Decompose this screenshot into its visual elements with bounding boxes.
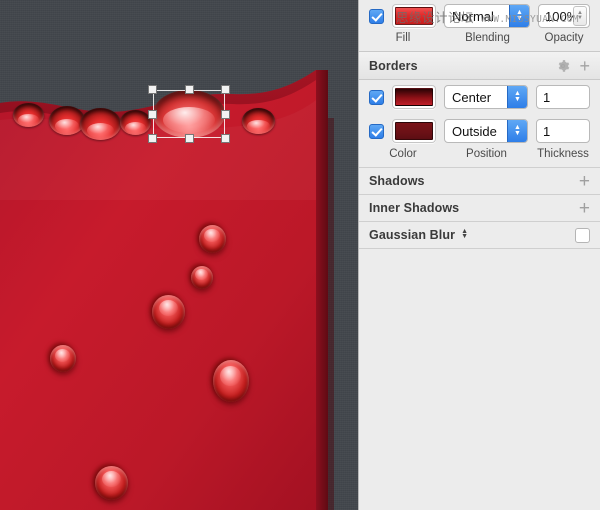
chevron-down-icon: ▼ <box>514 96 521 103</box>
border-thickness-field[interactable]: 1 <box>536 85 590 109</box>
chevron-down-icon: ▼ <box>461 233 468 240</box>
panel-divider <box>359 248 600 250</box>
borders-section-labels: Color Position Thickness <box>359 148 600 167</box>
shadows-section-header[interactable]: Shadows + <box>359 167 600 194</box>
border-position-arrows[interactable]: ▲ ▼ <box>507 86 527 108</box>
border-position-arrows[interactable]: ▲ ▼ <box>507 120 527 142</box>
opacity-value: 100% <box>545 8 573 24</box>
selected-ellipse[interactable] <box>148 85 230 143</box>
gear-icon[interactable] <box>556 59 570 73</box>
borders-title: Borders <box>369 58 418 73</box>
add-inner-shadow-icon[interactable]: + <box>579 199 590 218</box>
opacity-field[interactable]: 100% ▲ ▼ <box>538 4 590 28</box>
fill-color-swatch <box>395 7 433 25</box>
borders-rows: Center ▲ ▼ 1 Outside ▲ ▼ 1 Color Positio… <box>359 80 600 167</box>
border-color-swatch <box>395 122 433 140</box>
border-checkbox[interactable] <box>369 89 384 105</box>
chevron-down-icon: ▼ <box>514 130 521 137</box>
gaussian-blur-section-header[interactable]: Gaussian Blur ▲ ▼ <box>359 221 600 248</box>
gaussian-blur-checkbox[interactable] <box>575 227 590 243</box>
resize-handle-top-left[interactable] <box>148 85 157 94</box>
bubble-rim[interactable] <box>13 103 44 127</box>
border-color-well[interactable] <box>392 119 436 143</box>
border-position-value: Outside <box>452 123 497 139</box>
resize-handle-bottom-left[interactable] <box>148 134 157 143</box>
blur-type-stepper-icon[interactable]: ▲ ▼ <box>461 228 468 240</box>
gaussian-blur-title: Gaussian Blur <box>369 228 456 242</box>
bubble-drop[interactable] <box>194 218 233 258</box>
design-canvas[interactable] <box>0 0 358 510</box>
bubble-drop[interactable] <box>45 338 83 377</box>
resize-handle-top-center[interactable] <box>184 85 194 94</box>
border-position-value: Center <box>452 89 492 105</box>
label-thickness: Thickness <box>537 148 589 160</box>
resize-handle-top-right[interactable] <box>221 85 230 94</box>
inner-shadows-title: Inner Shadows <box>369 201 460 215</box>
inner-shadows-section-header[interactable]: Inner Shadows + <box>359 194 600 221</box>
label-color: Color <box>389 148 417 160</box>
blending-select-arrows[interactable]: ▲ ▼ <box>509 5 529 27</box>
border-thickness-value: 1 <box>543 123 551 139</box>
border-color-swatch <box>395 88 433 106</box>
border-position-select[interactable]: Outside ▲ ▼ <box>444 119 528 143</box>
red-liquid-shape[interactable] <box>0 0 358 510</box>
inspector-panel: Normal ▲ ▼ 100% ▲ ▼ Fill Blending <box>358 0 600 510</box>
fill-row[interactable]: Normal ▲ ▼ 100% ▲ ▼ <box>359 0 600 32</box>
borders-section-header[interactable]: Borders + <box>359 51 600 80</box>
bubble-drop[interactable] <box>186 259 220 294</box>
bubble-drop[interactable] <box>90 459 135 505</box>
border-color-well[interactable] <box>392 85 436 109</box>
resize-handle-middle-right[interactable] <box>221 109 230 119</box>
border-row[interactable]: Outside ▲ ▼ 1 <box>359 114 600 148</box>
opacity-stepper[interactable]: ▲ ▼ <box>573 6 587 26</box>
bubble-rim[interactable] <box>120 110 151 135</box>
border-thickness-field[interactable]: 1 <box>536 119 590 143</box>
fill-section-labels: Fill Blending Opacity <box>359 32 600 51</box>
bubble-rim[interactable] <box>80 108 121 140</box>
selection-bounding-box <box>153 90 225 138</box>
label-fill: Fill <box>395 32 411 44</box>
fill-checkbox[interactable] <box>369 8 384 24</box>
border-position-select[interactable]: Center ▲ ▼ <box>444 85 528 109</box>
fill-color-well[interactable] <box>392 4 436 28</box>
bubble-rim[interactable] <box>242 108 275 134</box>
fill-section: Normal ▲ ▼ 100% ▲ ▼ Fill Blending <box>359 0 600 51</box>
add-border-icon[interactable]: + <box>579 57 590 75</box>
resize-handle-bottom-right[interactable] <box>221 134 230 143</box>
app-window: Normal ▲ ▼ 100% ▲ ▼ Fill Blending <box>0 0 600 510</box>
stepper-down-icon: ▼ <box>577 15 583 21</box>
label-blending: Blending <box>465 32 510 44</box>
resize-handle-middle-left[interactable] <box>148 109 157 119</box>
label-opacity: Opacity <box>544 32 584 44</box>
border-checkbox[interactable] <box>369 123 384 139</box>
label-position: Position <box>466 148 507 160</box>
bubble-drop[interactable] <box>208 353 256 407</box>
blending-select[interactable]: Normal ▲ ▼ <box>444 4 530 28</box>
border-thickness-value: 1 <box>543 89 551 105</box>
blending-value: Normal <box>452 8 494 24</box>
resize-handle-bottom-center[interactable] <box>184 134 194 143</box>
shadows-title: Shadows <box>369 174 425 188</box>
bubble-drop[interactable] <box>147 288 192 334</box>
border-row[interactable]: Center ▲ ▼ 1 <box>359 80 600 114</box>
chevron-down-icon: ▼ <box>516 15 523 22</box>
add-shadow-icon[interactable]: + <box>579 172 590 191</box>
